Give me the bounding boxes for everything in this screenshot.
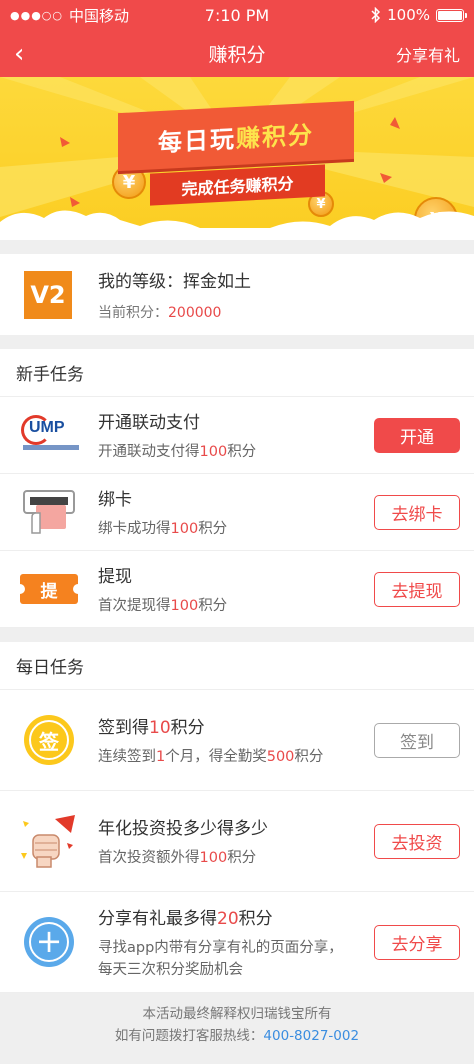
invest-button[interactable]: 去投资 [374, 823, 460, 859]
open-ump-button[interactable]: 开通 [374, 417, 460, 453]
share-task-button[interactable]: 去分享 [374, 924, 460, 960]
task-row-share: + 分享有礼最多得20积分 寻找app内带有分享有礼的页面分享，每天三次积分奖励… [0, 892, 474, 993]
task-name: 年化投资投多少得多少 [98, 818, 268, 839]
bind-card-button[interactable]: 去绑卡 [374, 494, 460, 530]
task-desc: 开通联动支付得100积分 [98, 443, 257, 460]
level-badge-icon: V2 [24, 270, 72, 319]
share-button[interactable]: 分享有礼 [396, 42, 460, 66]
checkin-icon: 签 [24, 715, 74, 765]
back-icon[interactable]: ‹ [14, 41, 54, 67]
banner-headline: 每日玩赚积分 [118, 100, 354, 172]
task-desc: 寻找app内带有分享有礼的页面分享，每天三次积分奖励机会 [98, 939, 343, 978]
task-desc: 绑卡成功得100积分 [98, 520, 228, 537]
carrier: 中国移动 [69, 6, 130, 25]
battery-percent: 100% [387, 6, 430, 24]
bluetooth-icon [371, 7, 381, 23]
task-name: 绑卡 [98, 489, 132, 510]
task-desc: 首次提现得100积分 [98, 597, 228, 614]
checkin-button[interactable]: 签到 [374, 722, 460, 758]
task-row-checkin: 签 签到得10积分 连续签到1个月，得全勤奖500积分 签到 [0, 690, 474, 791]
footer-disclaimer: 本活动最终解释权归瑞钱宝所有 [142, 1006, 332, 1022]
promo-banner: ¥ ¥ ¥ ¥ ¥ 每日玩赚积分 完成任务赚积分 [0, 77, 474, 240]
battery-icon [436, 8, 467, 22]
task-desc: 连续签到1个月，得全勤奖500积分 [98, 748, 324, 765]
nav-bar: ‹ 赚积分 分享有礼 [0, 30, 474, 77]
fist-celebration-icon [21, 815, 75, 868]
task-name: 签到得10积分 [98, 717, 205, 738]
task-desc: 首次投资额外得100积分 [98, 849, 257, 866]
withdraw-ticket-icon: 提 [15, 574, 83, 604]
daily-tasks-title: 每日任务 [0, 642, 474, 690]
task-row-withdraw: 提 提现 首次提现得100积分 去提现 [0, 551, 474, 628]
task-name: 分享有礼最多得20积分 [98, 908, 273, 929]
footer-hotline: 如有问题拨打客服热线：400-8027-002 [114, 1028, 360, 1044]
task-name: 提现 [98, 566, 132, 587]
status-bar: ●●●○○ 中国移动 7:10 PM 100% [0, 0, 474, 30]
task-row-bind-card: 绑卡 绑卡成功得100积分 去绑卡 [0, 474, 474, 551]
newbie-tasks-title: 新手任务 [0, 349, 474, 397]
points-line: 当前积分：200000 [98, 305, 222, 321]
bind-card-icon [23, 490, 75, 534]
signal-icon: ●●●○○ [10, 8, 63, 22]
plus-circle-icon: + [24, 917, 74, 967]
footer: 本活动最终解释权归瑞钱宝所有 如有问题拨打客服热线：400-8027-002 [0, 993, 474, 1047]
hotline-link[interactable]: 400-8027-002 [263, 1028, 359, 1044]
task-row-invest: 年化投资投多少得多少 首次投资额外得100积分 去投资 [0, 791, 474, 892]
points-value: 200000 [168, 305, 222, 321]
level-card: V2 我的等级：挥金如土 当前积分：200000 [0, 254, 474, 335]
cloud-decoration [0, 210, 474, 240]
level-label: 我的等级：挥金如土 [98, 272, 251, 292]
task-name: 开通联动支付 [98, 412, 200, 433]
ump-logo-icon: UMP [17, 413, 81, 457]
withdraw-button[interactable]: 去提现 [374, 571, 460, 607]
task-row-ump: UMP 开通联动支付 开通联动支付得100积分 开通 [0, 397, 474, 474]
